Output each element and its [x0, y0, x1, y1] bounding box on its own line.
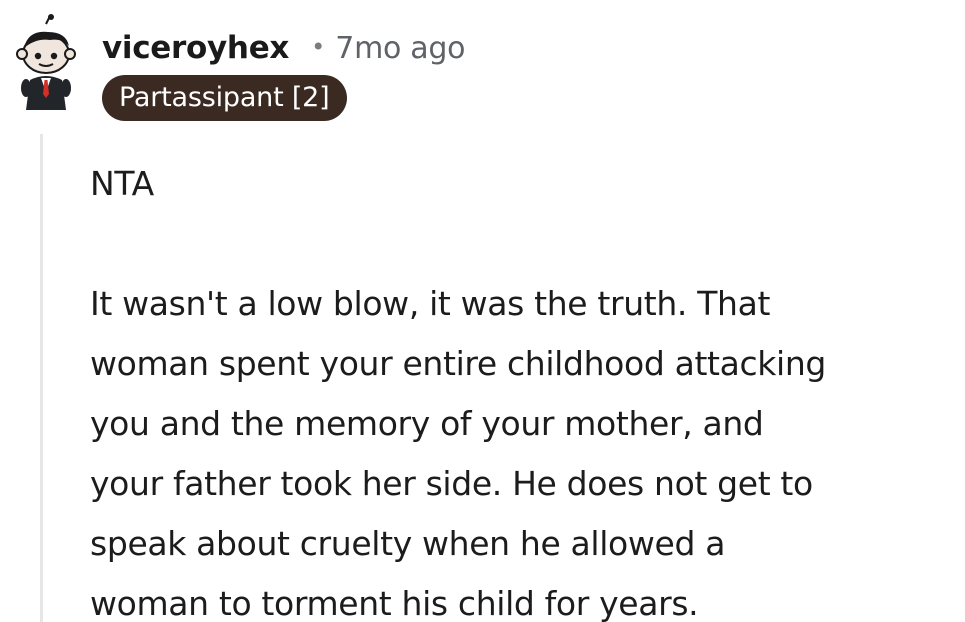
comment-body: NTA It wasn't a low blow, it was the tru… [90, 154, 950, 622]
comment-line: speak about cruelty when he allowed a [90, 524, 726, 563]
comment-line: you and the memory of your mother, and [90, 404, 764, 443]
comment-line: woman to torment his child for years. [90, 584, 699, 622]
user-flair-badge: Partassipant [2] [102, 75, 347, 121]
comment-line: your father took her side. He does not g… [90, 464, 813, 503]
comment-meta: viceroyhex • 7mo ago [102, 26, 465, 70]
comment-line: It wasn't a low blow, it was the truth. … [90, 284, 771, 323]
user-avatar-icon[interactable] [10, 14, 82, 110]
comment-verdict: NTA [90, 164, 154, 203]
comment: viceroyhex • 7mo ago Partassipant [2] NT… [0, 0, 965, 622]
username-link[interactable]: viceroyhex [102, 30, 289, 66]
comment-line: woman spent your entire childhood attack… [90, 344, 827, 383]
comment-timestamp[interactable]: 7mo ago [335, 31, 465, 66]
meta-separator: • [311, 33, 326, 61]
thread-line[interactable] [40, 134, 43, 622]
